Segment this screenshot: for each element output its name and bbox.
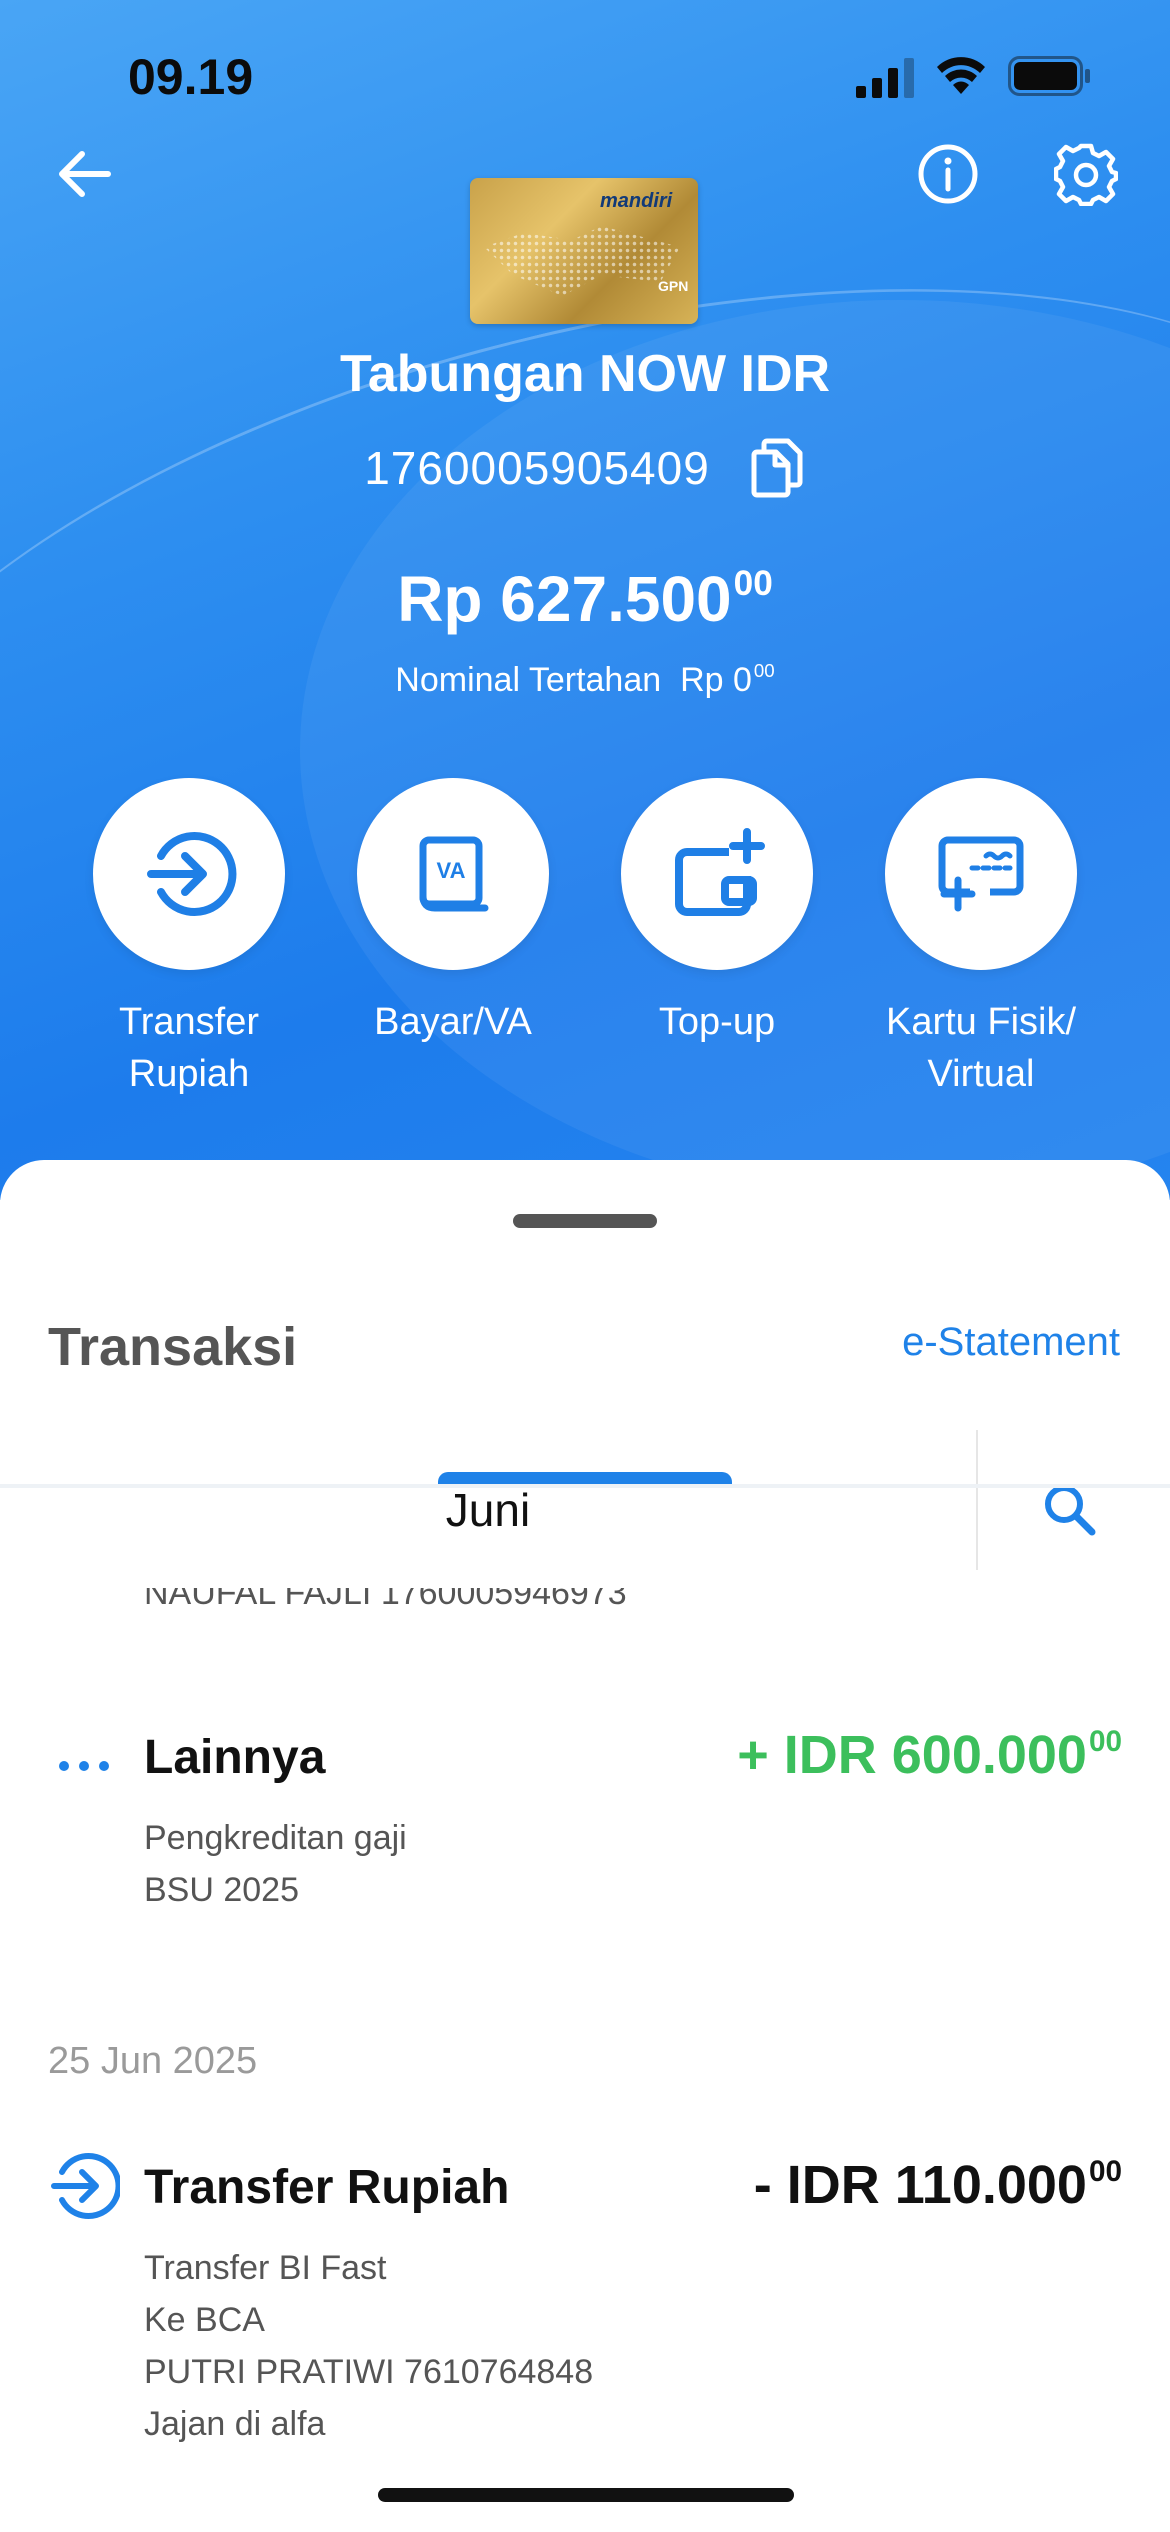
tab-divider bbox=[976, 1430, 978, 1570]
amount-main: - IDR 110.000 bbox=[753, 2155, 1087, 2215]
wallet-add-icon bbox=[675, 828, 765, 916]
balance-amount: Rp 627.500 bbox=[397, 563, 732, 635]
debit-card-image[interactable]: mandiri GPN bbox=[470, 178, 698, 324]
transaction-title: Transfer Rupiah bbox=[144, 2161, 510, 2214]
more-icon bbox=[48, 1730, 120, 1802]
action-label: Kartu Fisik/ Virtual bbox=[885, 1001, 1077, 1095]
kartu-fisik-virtual-button[interactable]: Kartu Fisik/ Virtual bbox=[849, 778, 1113, 1100]
transaction-amount: + IDR 600.00000 bbox=[737, 1724, 1122, 1786]
battery-icon bbox=[1008, 56, 1090, 96]
date-header: 25 Jun 2025 bbox=[48, 2040, 258, 2082]
quick-actions: Transfer Rupiah VA Bayar/VA Top-up Kartu… bbox=[0, 778, 1170, 1118]
card-network-logo: GPN bbox=[658, 278, 689, 294]
transaction-description: Transfer BI Fast Ke BCA PUTRI PRATIWI 76… bbox=[144, 2242, 593, 2450]
home-indicator bbox=[378, 2488, 794, 2502]
transaction-amount: - IDR 110.00000 bbox=[754, 2154, 1122, 2216]
gear-icon bbox=[1054, 143, 1118, 206]
card-brand-logo: mandiri bbox=[600, 190, 673, 212]
top-up-button[interactable]: Top-up bbox=[585, 778, 849, 1048]
held-amount: Rp 0 bbox=[680, 661, 752, 700]
sheet-grabber[interactable] bbox=[513, 1214, 657, 1228]
transaction-title: Lainnya bbox=[144, 1731, 326, 1784]
description-line: Pengkreditan gaji bbox=[144, 1819, 407, 1857]
action-circle bbox=[93, 778, 285, 970]
back-button[interactable] bbox=[44, 134, 124, 214]
transaction-item[interactable]: Lainnya + IDR 600.00000 Pengkreditan gaj… bbox=[0, 1720, 1170, 1980]
info-button[interactable] bbox=[908, 134, 988, 214]
held-label: Nominal Tertahan bbox=[395, 661, 662, 700]
description-line: PUTRI PRATIWI 7610764848 bbox=[144, 2353, 594, 2391]
transfer-rupiah-button[interactable]: Transfer Rupiah bbox=[57, 778, 321, 1100]
bayar-va-button[interactable]: VA Bayar/VA bbox=[321, 778, 585, 1048]
balance-cents: 00 bbox=[733, 563, 773, 603]
amount-cents: 00 bbox=[1088, 2154, 1122, 2188]
status-time: 09.19 bbox=[128, 49, 254, 105]
cutoff-text: NAUFAL FAJLI 1760005946973 bbox=[144, 1588, 627, 1612]
copy-account-button[interactable] bbox=[746, 436, 806, 500]
account-name: Tabungan NOW IDR bbox=[339, 345, 831, 403]
transactions-title: Transaksi bbox=[48, 1317, 298, 1377]
account-number: 1760005905409 bbox=[364, 442, 710, 494]
va-icon: VA bbox=[419, 836, 489, 912]
description-line: Transfer BI Fast bbox=[144, 2249, 387, 2287]
transaction-item[interactable]: Transfer Rupiah - IDR 110.00000 Transfer… bbox=[0, 2150, 1170, 2450]
tabs-bottom-border bbox=[0, 1484, 1170, 1488]
transactions-sheet: Transaksi e-Statement Juni NAUFAL FAJLI … bbox=[0, 1160, 1170, 2532]
description-line: Jajan di alfa bbox=[144, 2405, 326, 2443]
transfer-icon bbox=[147, 832, 237, 916]
action-label: Top-up bbox=[658, 1001, 776, 1043]
arrow-left-icon bbox=[59, 151, 111, 197]
info-icon bbox=[918, 144, 978, 204]
card-map-pattern bbox=[484, 226, 680, 296]
action-circle: VA bbox=[357, 778, 549, 970]
held-cents: 00 bbox=[753, 660, 775, 681]
held-balance: Nominal Tertahan Rp 0 00 bbox=[0, 660, 1170, 700]
previous-transaction-partial: NAUFAL FAJLI 1760005946973 bbox=[144, 1588, 627, 1620]
search-icon bbox=[1045, 1485, 1096, 1536]
month-tabs: Juni bbox=[0, 1430, 1170, 1596]
account-balance: Rp 627.50000 bbox=[0, 562, 1170, 636]
account-number-row: 1760005905409 bbox=[0, 436, 1170, 500]
settings-button[interactable] bbox=[1046, 134, 1126, 214]
transfer-icon bbox=[48, 2150, 120, 2222]
description-line: BSU 2025 bbox=[144, 1871, 299, 1909]
transaction-description: Pengkreditan gaji BSU 2025 bbox=[144, 1812, 407, 1916]
action-label: Transfer Rupiah bbox=[118, 1001, 260, 1095]
svg-text:VA: VA bbox=[437, 858, 466, 883]
amount-cents: 00 bbox=[1088, 1724, 1122, 1758]
amount-main: + IDR 600.000 bbox=[737, 1725, 1087, 1785]
card-add-icon bbox=[938, 836, 1024, 912]
action-circle bbox=[621, 778, 813, 970]
search-button[interactable] bbox=[1010, 1430, 1130, 1590]
cellular-signal-icon bbox=[856, 58, 914, 98]
tab-month-juni[interactable]: Juni bbox=[0, 1430, 976, 1590]
wifi-icon bbox=[937, 57, 985, 94]
action-circle bbox=[885, 778, 1077, 970]
action-label: Bayar/VA bbox=[374, 1001, 532, 1043]
description-line: Ke BCA bbox=[144, 2301, 265, 2339]
e-statement-link[interactable]: e-Statement bbox=[902, 1320, 1120, 1365]
status-bar: 09.19 bbox=[0, 0, 1170, 150]
copy-icon bbox=[751, 438, 803, 498]
